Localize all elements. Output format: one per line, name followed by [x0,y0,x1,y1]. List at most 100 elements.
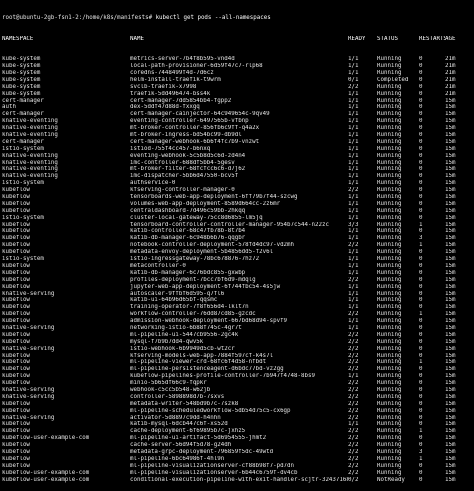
table-row: istio-system istio-ingressgateway-78bc678… [2,256,472,263]
pod-name: katib-mysql-6dcb447c6f-xs52d [130,421,228,428]
pod-status: Running [377,469,402,476]
pod-status: Running [377,414,402,421]
pod-status: Running [377,187,402,194]
pod-ready: 2/2 [348,345,359,352]
terminal-window[interactable]: root@ubuntu-2gb-fsn1-2:/home/k8s/manifes… [0,0,474,491]
pod-restarts: 0 [419,276,423,283]
pod-age: 15m [445,262,456,269]
pod-restarts: 0 [419,442,423,449]
pod-name: mt-broker-ingress-bd54bc99-db9dl [130,132,242,139]
table-row: kubeflow metadata-grpc-deployment-796859f… [2,449,472,456]
pod-name: notebook-controller-deployment-578fd4dc9… [130,242,295,249]
pod-namespace: knative-eventing [2,159,58,166]
pod-restarts: 0 [419,462,423,469]
pod-status: Running [377,462,402,469]
pod-status: Running [377,428,402,435]
pod-restarts: 1 [419,221,423,228]
pod-namespace: kubeflow [2,269,30,276]
pod-name: coredns-7448499f4d-7d6cz [130,70,214,76]
pod-namespace: kubeflow [2,228,30,235]
pod-restarts: 1 [419,455,423,462]
pod-status: Running [377,435,402,442]
pod-namespace: kubeflow [2,407,30,414]
pod-status: Running [377,338,402,345]
pod-name: training-operator-7f8f656d4-lklt7n [130,304,249,311]
pod-ready: 1/1 [348,90,359,97]
pod-name: local-path-provisioner-6d59f47c7-rlp68 [130,63,263,70]
pod-restarts: 0 [419,262,423,269]
pod-name: ml-pipeline-viewer-crd-68fc6f4d58-nfbdt [130,359,267,366]
pod-restarts: 0 [419,125,423,132]
pod-name: svclb-traefik-x7998 [130,83,197,90]
pod-name: autoscaler-9ffbf6d595-q7fl6 [130,290,225,297]
pod-list: kube-system metrics-server-7b4f8b595-vnd4… [2,56,472,483]
table-row: kubeflow ml-pipeline-ui-5447cb9556-2gc4k 2… [2,332,472,339]
pod-namespace: kubeflow [2,428,30,435]
pod-restarts: 1 [419,311,423,318]
pod-restarts: 0 [419,207,423,214]
pod-name: ml-pipeline-ui-artifact-5d6954555-jhmt2 [130,435,267,442]
table-row: kubeflow katib-ui-64b96d65bf-qqsmc 1/1 Runn… [2,297,472,304]
pod-status: Running [377,311,402,318]
pod-status: Running [377,56,402,63]
pod-restarts: 0 [419,90,423,97]
pod-namespace: kubeflow [2,359,30,366]
pod-ready: 2/2 [348,469,359,476]
table-row: knative-serving webhook-c5cc5b548-w62jb 2/… [2,387,472,394]
table-header: NAMESPACE NAME READY STATUS RESTARTS AGE [2,36,472,43]
table-row: cert-manager cert-manager-webhook-6b6f4fc… [2,139,472,146]
pod-name: imc-dispatcher-5bb6d47550-bcv5f [130,173,239,180]
pod-age: 15m [445,166,456,173]
pod-age: 15m [445,442,456,449]
pod-age: 15m [445,221,456,228]
pod-namespace: kubeflow [2,221,30,228]
pod-name: traefik-5dd496474-bss4k [130,90,211,97]
pod-ready: 2/2 [348,386,359,393]
header-restarts: RESTARTS [419,35,445,42]
pod-age: 15m [445,159,456,166]
pod-namespace: kubeflow [2,318,30,325]
pod-age: 15m [445,152,456,159]
pod-ready: 2/2 [348,276,359,283]
pod-namespace: knative-serving [2,345,55,352]
pod-ready: 1/1 [348,235,359,242]
pod-namespace: kubeflow [2,448,30,455]
pod-restarts: 0 [419,228,423,235]
pod-ready: 1/1 [348,180,359,187]
table-row: kubeflow mysql-f7b9b7dd4-qwv5k 2/2 Running 0… [2,339,472,346]
table-row: kubeflow cache-server-56d94f5d78-g24dh 2/2… [2,442,472,449]
pod-ready: 1/1 [348,324,359,331]
pod-restarts: 0 [419,318,423,325]
pod-restarts: 1 [419,242,423,249]
pod-age: 21m [445,90,456,97]
pod-status: Running [377,166,402,173]
pod-namespace: kubeflow [2,276,30,283]
pod-age: 15m [445,421,456,428]
pod-age: 15m [445,318,456,325]
pod-namespace: cert-manager [2,138,44,145]
table-row: knative-serving activator-5d8897c9dd-h4nh… [2,415,472,422]
pod-namespace: knative-eventing [2,152,58,159]
pod-namespace: istio-system [2,145,44,152]
pod-restarts: 0 [419,104,423,111]
pod-name: metadata-envoy-deployment-5b4856dd5-f2v6… [130,249,274,256]
pod-age: 21m [445,56,456,63]
pod-namespace: kubeflow [2,262,30,269]
pod-name: activator-5d8897c9dd-h4nhn [130,414,221,421]
pod-name: controller-5898898d7b-7sxvs [130,393,225,400]
table-row: kubeflow katib-mysql-6dcb447c6f-xs52d 1/1 R… [2,421,472,428]
pod-age: 15m [445,407,456,414]
pod-age: 15m [445,228,456,235]
pod-namespace: kube-system [2,56,41,63]
pod-status: Running [377,70,402,76]
pod-age: 21m [445,83,456,90]
table-row: kubeflow ml-pipeline-persistenceagent-d6b… [2,366,472,373]
pod-restarts: 0 [419,373,423,380]
pod-restarts: 0 [419,159,423,166]
pod-namespace: kubeflow [2,331,30,338]
pod-name: cert-manager-7dd5854bb4-fgpp2 [130,97,232,104]
pod-name: istio-ingressgateway-78bc678876-7hz72 [130,256,260,263]
pod-restarts: 0 [419,200,423,207]
pod-name: katib-controller-68c47fb78b-8t7b4 [130,228,246,235]
pod-namespace: kube-system [2,63,41,70]
